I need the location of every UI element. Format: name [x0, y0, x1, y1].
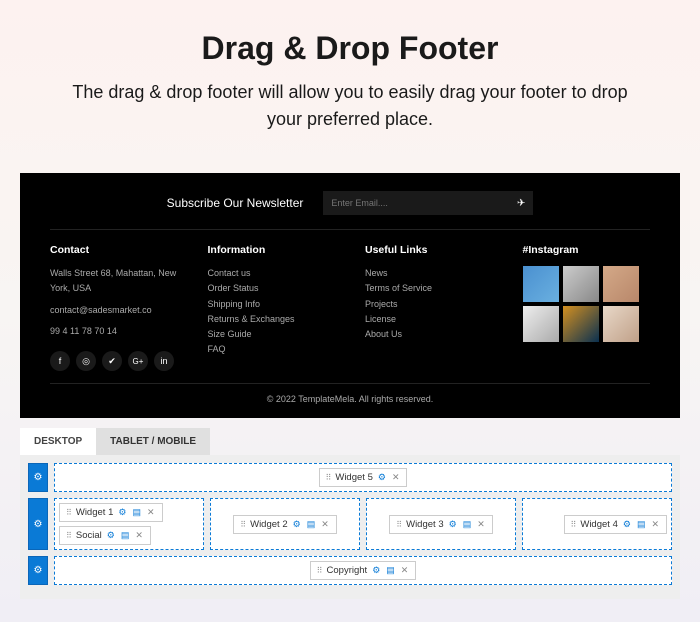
gear-icon[interactable]: ⚙	[371, 565, 381, 576]
widget-label: Widget 2	[250, 519, 288, 530]
row-settings-button[interactable]: ⚙	[28, 463, 48, 492]
drag-icon: ⠿	[396, 520, 402, 529]
widget-5[interactable]: ⠿ Widget 5 ⚙ ✕	[319, 468, 408, 487]
instagram-thumb[interactable]	[563, 266, 599, 302]
instagram-thumb[interactable]	[523, 266, 559, 302]
contact-column: Contact Walls Street 68, Mahattan, New Y…	[50, 244, 178, 371]
close-icon[interactable]: ✕	[650, 519, 660, 530]
drop-cell[interactable]: ⠿ Widget 5 ⚙ ✕	[54, 463, 672, 492]
info-link[interactable]: Contact us	[208, 266, 336, 281]
drop-cell[interactable]: ⠿ Widget 1 ⚙ ▤ ✕ ⠿ Social ⚙ ▤ ✕	[54, 498, 204, 550]
twitter-icon[interactable]: ✔	[102, 351, 122, 371]
info-link[interactable]: FAQ	[208, 342, 336, 357]
row-settings-button[interactable]: ⚙	[28, 556, 48, 585]
useful-link[interactable]: License	[365, 312, 493, 327]
widget-label: Widget 5	[335, 472, 373, 483]
widget-label: Widget 1	[76, 507, 114, 518]
drop-cell[interactable]: ⠿ Widget 3 ⚙ ▤ ✕	[366, 498, 516, 550]
widget-copyright[interactable]: ⠿ Copyright ⚙ ▤ ✕	[310, 561, 417, 580]
close-icon[interactable]: ✕	[400, 565, 410, 576]
email-input[interactable]	[323, 192, 509, 214]
instagram-column: #Instagram	[523, 244, 651, 371]
close-icon[interactable]: ✕	[134, 530, 144, 541]
instagram-thumb[interactable]	[523, 306, 559, 342]
widget-2[interactable]: ⠿ Widget 2 ⚙ ▤ ✕	[233, 515, 337, 534]
useful-link[interactable]: Projects	[365, 297, 493, 312]
gear-icon[interactable]: ⚙	[117, 507, 127, 518]
visibility-icon[interactable]: ▤	[131, 507, 142, 518]
close-icon[interactable]: ✕	[391, 472, 401, 483]
widget-3[interactable]: ⠿ Widget 3 ⚙ ▤ ✕	[389, 515, 493, 534]
widget-social[interactable]: ⠿ Social ⚙ ▤ ✕	[59, 526, 151, 545]
gear-icon: ⚙	[34, 519, 43, 530]
close-icon[interactable]: ✕	[320, 519, 330, 530]
contact-email: contact@sadesmarket.co	[50, 303, 178, 318]
drop-cell[interactable]: ⠿ Widget 2 ⚙ ▤ ✕	[210, 498, 360, 550]
drag-icon: ⠿	[326, 473, 332, 482]
gear-icon[interactable]: ⚙	[448, 519, 458, 530]
useful-link[interactable]: About Us	[365, 327, 493, 342]
visibility-icon[interactable]: ▤	[385, 565, 396, 576]
contact-address: Walls Street 68, Mahattan, New York, USA	[50, 266, 178, 297]
copyright-text: © 2022 TemplateMela. All rights reserved…	[50, 383, 650, 404]
info-link[interactable]: Order Status	[208, 281, 336, 296]
linkedin-icon[interactable]: in	[154, 351, 174, 371]
widget-1[interactable]: ⠿ Widget 1 ⚙ ▤ ✕	[59, 503, 163, 522]
drag-icon: ⠿	[571, 520, 577, 529]
drag-icon: ⠿	[240, 520, 246, 529]
visibility-icon[interactable]: ▤	[306, 519, 317, 530]
newsletter-label: Subscribe Our Newsletter	[167, 196, 304, 210]
widget-label: Social	[76, 530, 102, 541]
drag-icon: ⠿	[317, 566, 323, 575]
info-link[interactable]: Returns & Exchanges	[208, 312, 336, 327]
drop-cell[interactable]: ⠿ Copyright ⚙ ▤ ✕	[54, 556, 672, 585]
facebook-icon[interactable]: f	[50, 351, 70, 371]
information-title: Information	[208, 244, 336, 256]
widget-label: Copyright	[327, 565, 368, 576]
close-icon[interactable]: ✕	[146, 507, 156, 518]
widget-label: Widget 3	[406, 519, 444, 530]
widget-4[interactable]: ⠿ Widget 4 ⚙ ▤ ✕	[564, 515, 668, 534]
useful-link[interactable]: News	[365, 266, 493, 281]
contact-phone: 99 4 11 78 70 14	[50, 324, 178, 339]
row-settings-button[interactable]: ⚙	[28, 498, 48, 550]
paper-plane-icon: ✈	[517, 198, 525, 209]
drop-cell[interactable]: ⠿ Widget 4 ⚙ ▤ ✕	[522, 498, 672, 550]
instagram-thumb[interactable]	[563, 306, 599, 342]
gear-icon[interactable]: ⚙	[292, 519, 302, 530]
gear-icon[interactable]: ⚙	[377, 472, 387, 483]
tab-desktop[interactable]: DESKTOP	[20, 428, 96, 455]
layout-builder: DESKTOP TABLET / MOBILE ⚙ ⠿ Widget 5 ⚙ ✕…	[20, 428, 680, 599]
gear-icon[interactable]: ⚙	[622, 519, 632, 530]
contact-title: Contact	[50, 244, 178, 256]
instagram-thumb[interactable]	[603, 266, 639, 302]
useful-title: Useful Links	[365, 244, 493, 256]
gear-icon: ⚙	[34, 565, 43, 576]
tab-tablet-mobile[interactable]: TABLET / MOBILE	[96, 428, 210, 455]
instagram-icon[interactable]: ◎	[76, 351, 96, 371]
drag-icon: ⠿	[66, 531, 72, 540]
gear-icon: ⚙	[34, 472, 43, 483]
send-button[interactable]: ✈	[509, 198, 533, 209]
widget-label: Widget 4	[580, 519, 618, 530]
useful-link[interactable]: Terms of Service	[365, 281, 493, 296]
page-subtitle: The drag & drop footer will allow you to…	[70, 79, 630, 133]
drag-icon: ⠿	[66, 508, 72, 517]
page-title: Drag & Drop Footer	[40, 30, 660, 67]
close-icon[interactable]: ✕	[476, 519, 486, 530]
instagram-thumb[interactable]	[603, 306, 639, 342]
information-column: Information Contact us Order Status Ship…	[208, 244, 336, 371]
newsletter-form: ✈	[323, 191, 533, 215]
useful-links-column: Useful Links News Terms of Service Proje…	[365, 244, 493, 371]
visibility-icon[interactable]: ▤	[636, 519, 647, 530]
visibility-icon[interactable]: ▤	[120, 530, 131, 541]
google-plus-icon[interactable]: G+	[128, 351, 148, 371]
footer-preview: Subscribe Our Newsletter ✈ Contact Walls…	[20, 173, 680, 418]
gear-icon[interactable]: ⚙	[106, 530, 116, 541]
visibility-icon[interactable]: ▤	[462, 519, 473, 530]
instagram-title: #Instagram	[523, 244, 651, 256]
info-link[interactable]: Shipping Info	[208, 297, 336, 312]
info-link[interactable]: Size Guide	[208, 327, 336, 342]
